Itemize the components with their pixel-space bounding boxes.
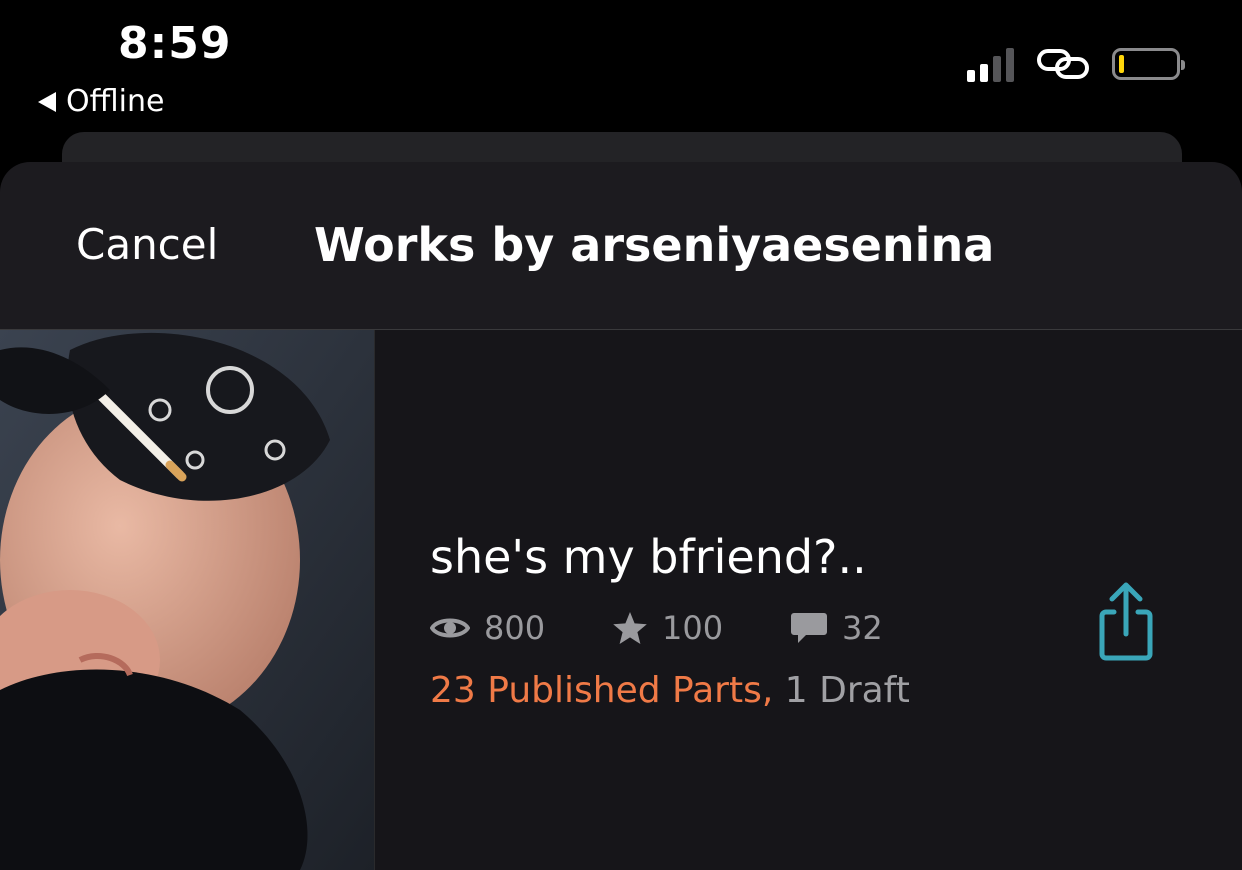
cancel-button[interactable]: Cancel bbox=[76, 220, 218, 269]
share-icon bbox=[1099, 582, 1153, 661]
reads-count: 800 bbox=[484, 609, 546, 647]
parts-summary: 23 Published Parts, 1 Draft bbox=[430, 670, 910, 711]
story-info: she's my bfriend?.. 800 100 32 23 Publis… bbox=[430, 530, 910, 711]
votes-stat: 100 bbox=[612, 609, 790, 647]
reads-stat: 800 bbox=[430, 609, 612, 647]
page-title: Works by arseniyaesenina bbox=[314, 218, 995, 272]
published-parts-count: 23 Published Parts, bbox=[430, 670, 774, 711]
comment-icon bbox=[791, 613, 827, 643]
cellular-signal-icon bbox=[967, 46, 1014, 82]
comments-count: 32 bbox=[842, 609, 883, 647]
share-button[interactable] bbox=[1094, 582, 1158, 662]
nav-bar: Cancel Works by arseniyaesenina bbox=[0, 162, 1242, 330]
works-sheet: Cancel Works by arseniyaesenina she's my… bbox=[0, 162, 1242, 870]
draft-count: 1 Draft bbox=[784, 670, 910, 711]
status-time: 8:59 bbox=[118, 18, 232, 69]
votes-count: 100 bbox=[662, 609, 724, 647]
story-stats: 800 100 32 bbox=[430, 608, 910, 648]
status-bar: 8:59 Offline bbox=[0, 0, 1242, 130]
back-to-app-button[interactable]: Offline bbox=[38, 84, 164, 119]
star-icon bbox=[613, 612, 647, 644]
status-icons bbox=[967, 46, 1185, 82]
back-triangle-icon bbox=[38, 91, 56, 112]
story-title[interactable]: she's my bfriend?.. bbox=[430, 530, 910, 584]
eye-icon bbox=[430, 618, 470, 638]
battery-icon bbox=[1112, 48, 1185, 80]
story-cover-image[interactable] bbox=[0, 330, 375, 870]
story-list-item[interactable]: she's my bfriend?.. 800 100 32 23 Publis… bbox=[0, 330, 1242, 870]
battery-level bbox=[1119, 55, 1124, 73]
link-icon bbox=[1037, 49, 1089, 79]
back-app-label: Offline bbox=[66, 84, 165, 119]
comments-stat: 32 bbox=[790, 609, 883, 647]
